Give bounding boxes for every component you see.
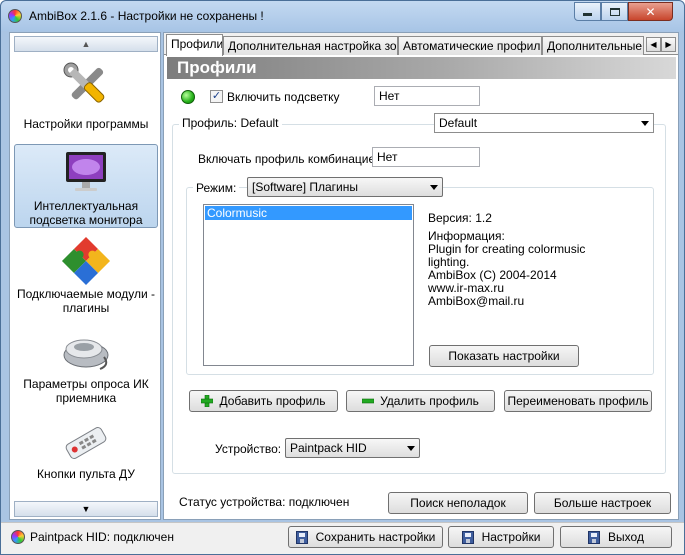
sidebar-item-label: Подключаемые модули - плагины	[16, 287, 156, 315]
enable-backlight-label: Включить подсветку	[227, 90, 340, 104]
tab-additional[interactable]: Дополнительные н	[542, 36, 644, 55]
main-panel: Профили Дополнительная настройка зон Авт…	[163, 32, 679, 520]
chevron-down-icon	[641, 121, 649, 126]
minimize-icon	[583, 13, 592, 16]
plugin-info-line: lighting.	[428, 255, 470, 269]
status-bar: Paintpack HID: подключен Сохранить настр…	[1, 522, 684, 554]
exit-label: Выход	[608, 530, 644, 544]
title-bar[interactable]: AmbiBox 2.1.6 - Настройки не сохранены !…	[1, 1, 684, 31]
plugin-info-line: AmbiBox@mail.ru	[428, 294, 525, 308]
save-settings-label: Сохранить настройки	[315, 530, 436, 544]
sidebar: ▲ Настройки программы Интеллектуальная п…	[9, 32, 161, 520]
delete-profile-button[interactable]: Удалить профиль	[346, 390, 495, 412]
mode-select[interactable]: [Software] Плагины	[247, 177, 443, 197]
plugin-info-line: AmbiBox (C) 2004-2014	[428, 268, 557, 282]
exit-icon	[588, 530, 601, 544]
puzzle-icon	[61, 236, 111, 286]
tab-zone-settings[interactable]: Дополнительная настройка зон	[223, 36, 398, 55]
chevron-down-icon	[430, 185, 438, 190]
arrow-right-icon: ▶	[665, 40, 672, 49]
chevron-down-icon	[407, 446, 415, 451]
tab-auto-profiles[interactable]: Автоматические профили	[398, 36, 542, 55]
ambibox-app-icon	[8, 9, 22, 23]
troubleshoot-button[interactable]: Поиск неполадок	[388, 492, 528, 514]
device-label: Устройство:	[215, 442, 282, 456]
ambibox-tray-icon	[11, 530, 25, 544]
settings-label: Настройки	[481, 530, 541, 544]
monitor-icon	[66, 152, 106, 191]
plus-icon	[201, 395, 214, 407]
app-window: AmbiBox 2.1.6 - Настройки не сохранены !…	[0, 0, 685, 555]
exit-button[interactable]: Выход	[560, 526, 672, 548]
arrow-left-icon: ◀	[650, 40, 657, 49]
floppy-disk-icon	[461, 530, 474, 544]
combo-label: Включать профиль комбинацией:	[198, 152, 386, 166]
device-status: Статус устройства: подключен	[179, 495, 350, 509]
profile-select-value: Default	[439, 116, 478, 130]
sidebar-item-program-settings[interactable]: Настройки программы	[14, 55, 158, 147]
enable-backlight-checkbox[interactable]: ✓	[210, 90, 223, 103]
arrow-down-icon: ▼	[81, 504, 91, 514]
mode-label: Режим:	[193, 181, 240, 195]
save-settings-button[interactable]: Сохранить настройки	[288, 526, 443, 548]
arrow-up-icon: ▲	[81, 39, 91, 49]
mode-select-value: [Software] Плагины	[252, 180, 358, 194]
show-settings-button[interactable]: Показать настройки	[429, 345, 579, 367]
sidebar-item-label: Кнопки пульта ДУ	[37, 467, 135, 481]
plugin-info-line: www.ir-max.ru	[428, 281, 505, 295]
window-title: AmbiBox 2.1.6 - Настройки не сохранены !	[29, 9, 264, 23]
tab-strip: Профили Дополнительная настройка зон Авт…	[164, 33, 678, 56]
delete-profile-label: Удалить профиль	[380, 394, 479, 408]
sidebar-item-plugins[interactable]: Подключаемые модули - плагины	[14, 233, 158, 319]
section-header: Профили	[167, 57, 676, 79]
close-icon: ✕	[645, 4, 656, 19]
close-button[interactable]: ✕	[628, 2, 673, 21]
tab-scroll-left-button[interactable]: ◀	[646, 37, 661, 52]
settings-button[interactable]: Настройки	[448, 526, 554, 548]
sidebar-item-label: Параметры опроса ИК приемника	[23, 377, 149, 405]
profile-hotkey-field[interactable]: Нет	[372, 147, 480, 167]
plugin-version: Версия: 1.2	[428, 211, 492, 225]
maximize-icon	[609, 7, 620, 16]
device-select[interactable]: Paintpack HID	[285, 438, 420, 458]
tab-profiles[interactable]: Профили	[166, 34, 223, 56]
profile-select[interactable]: Default	[434, 113, 654, 133]
device-select-value: Paintpack HID	[290, 441, 367, 455]
sidebar-item-label: Интеллектуальная подсветка монитора	[29, 199, 143, 227]
plugin-info-label: Информация:	[428, 229, 505, 243]
profile-label: Профиль: Default	[179, 116, 282, 130]
floppy-disk-icon	[295, 530, 308, 544]
add-profile-button[interactable]: Добавить профиль	[189, 390, 338, 412]
minimize-button[interactable]	[574, 2, 601, 21]
tab-scroll-right-button[interactable]: ▶	[661, 37, 676, 52]
backlight-hotkey-field[interactable]: Нет	[374, 86, 480, 106]
plugin-list[interactable]: Colormusic	[203, 204, 414, 366]
sidebar-item-monitor-backlight[interactable]: Интеллектуальная подсветка монитора	[14, 144, 158, 228]
list-item[interactable]: Colormusic	[205, 206, 412, 220]
remote-control-icon	[65, 427, 107, 459]
maximize-button[interactable]	[601, 2, 628, 21]
connection-status: Paintpack HID: подключен	[30, 530, 174, 544]
plugin-info-line: Plugin for creating colormusic	[428, 242, 586, 256]
status-indicator-icon	[181, 90, 195, 104]
tools-icon	[63, 62, 105, 103]
sidebar-scroll-up-button[interactable]: ▲	[14, 36, 158, 52]
minus-icon	[362, 398, 375, 404]
sidebar-item-label: Настройки программы	[23, 117, 149, 131]
add-profile-label: Добавить профиль	[219, 394, 326, 408]
ir-receiver-icon	[63, 339, 109, 370]
rename-profile-button[interactable]: Переименовать профиль	[504, 390, 652, 412]
more-settings-button[interactable]: Больше настроек	[534, 492, 671, 514]
sidebar-item-remote-buttons[interactable]: Кнопки пульта ДУ	[14, 423, 158, 483]
sidebar-scroll-down-button[interactable]: ▼	[14, 501, 158, 517]
sidebar-item-ir-receiver[interactable]: Параметры опроса ИК приемника	[14, 325, 158, 407]
